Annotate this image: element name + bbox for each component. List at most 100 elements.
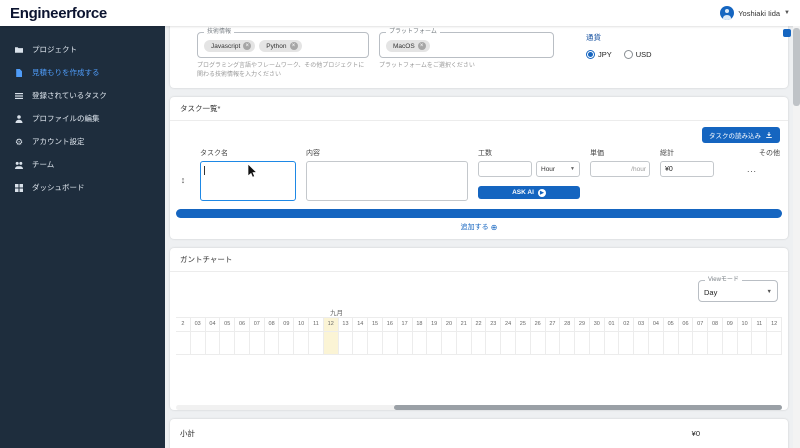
app-logo[interactable]: Engineerforce bbox=[10, 6, 107, 21]
gantt-day-25: 27 bbox=[546, 318, 561, 331]
task-description-textarea[interactable] bbox=[306, 161, 468, 201]
view-mode-legend: Viewモード bbox=[705, 277, 742, 283]
gantt-day-40: 12 bbox=[767, 318, 782, 331]
platform-field-legend: プラットフォーム bbox=[386, 29, 440, 35]
user-menu[interactable]: Yoshiaki Iida ▼ bbox=[720, 6, 790, 20]
remove-chip-icon[interactable]: × bbox=[243, 42, 251, 50]
gantt-day-30: 02 bbox=[619, 318, 634, 331]
floating-action-button[interactable] bbox=[783, 29, 791, 37]
effort-unit-select[interactable]: Hour▼ bbox=[536, 161, 580, 177]
gantt-track-cell-10 bbox=[324, 332, 339, 354]
row-total-field: ¥0 bbox=[660, 161, 714, 177]
task-list-title: タスク一覧* bbox=[170, 97, 788, 121]
gantt-day-37: 09 bbox=[723, 318, 738, 331]
gantt-day-24: 26 bbox=[531, 318, 546, 331]
ask-ai-button[interactable]: ASK AI▶ bbox=[478, 186, 580, 199]
effort-cell: Hour▼ ASK AI▶ bbox=[478, 161, 580, 199]
gantt-track-cell-33 bbox=[664, 332, 679, 354]
more-options-button[interactable]: ... bbox=[724, 165, 780, 174]
unit-price-suffix: /hour bbox=[631, 166, 646, 173]
gantt-track-cell-3 bbox=[220, 332, 235, 354]
folder-icon bbox=[14, 45, 24, 55]
gantt-day-row: 2030405060708091011121314151617181920212… bbox=[176, 317, 782, 331]
sidebar-item-label: 登録されているタスク bbox=[32, 90, 107, 101]
currency-option-jpy[interactable]: JPY bbox=[586, 50, 612, 59]
add-task-bar-button[interactable] bbox=[176, 209, 782, 218]
gantt-day-12: 14 bbox=[353, 318, 368, 331]
gantt-day-20: 22 bbox=[472, 318, 487, 331]
gantt-track-cell-21 bbox=[486, 332, 501, 354]
radio-unselected-icon bbox=[624, 50, 633, 59]
sidebar-item-label: プロファイルの編集 bbox=[32, 113, 100, 124]
sidebar-item-edit-profile[interactable]: プロファイルの編集 bbox=[0, 107, 165, 130]
sidebar-item-projects[interactable]: プロジェクト bbox=[0, 38, 165, 61]
gantt-track-cell-29 bbox=[605, 332, 620, 354]
gantt-track-cell-20 bbox=[472, 332, 487, 354]
drag-handle-icon[interactable]: ↕ bbox=[176, 175, 190, 185]
gantt-track-cell-37 bbox=[723, 332, 738, 354]
radio-label: USD bbox=[636, 50, 652, 59]
task-name-textarea[interactable] bbox=[200, 161, 296, 201]
gantt-day-35: 07 bbox=[693, 318, 708, 331]
add-task-link[interactable]: 追加する ⊕ bbox=[170, 218, 788, 239]
view-mode-select[interactable]: Viewモード Day ▼ bbox=[698, 280, 778, 302]
platform-chip: MacOS× bbox=[386, 40, 430, 52]
vertical-scrollbar-thumb[interactable] bbox=[793, 28, 800, 106]
gear-icon: ⚙ bbox=[14, 137, 24, 147]
estimate-document-icon bbox=[14, 68, 24, 78]
sidebar-item-account-settings[interactable]: ⚙ アカウント設定 bbox=[0, 130, 165, 153]
gantt-card: ガントチャート Viewモード Day ▼ 九月 203040506070809… bbox=[170, 248, 788, 410]
send-arrow-icon: ▶ bbox=[538, 189, 546, 197]
gantt-track-cell-23 bbox=[516, 332, 531, 354]
gantt-day-38: 10 bbox=[738, 318, 753, 331]
gantt-day-29: 01 bbox=[605, 318, 620, 331]
team-icon bbox=[14, 160, 24, 170]
column-total: 総計 bbox=[660, 143, 714, 161]
gantt-day-16: 18 bbox=[413, 318, 428, 331]
subtotal-card: 小計 ¥0 bbox=[170, 419, 788, 448]
sidebar-item-label: 見積もりを作成する bbox=[32, 67, 100, 78]
effort-input[interactable] bbox=[478, 161, 532, 177]
remove-chip-icon[interactable]: × bbox=[290, 42, 298, 50]
gantt-day-23: 25 bbox=[516, 318, 531, 331]
gantt-title: ガントチャート bbox=[170, 248, 788, 272]
gantt-day-19: 21 bbox=[457, 318, 472, 331]
gantt-day-39: 11 bbox=[752, 318, 767, 331]
gantt-month-label: 九月 bbox=[170, 304, 788, 317]
dashboard-icon bbox=[14, 183, 24, 193]
sidebar-item-team[interactable]: チーム bbox=[0, 153, 165, 176]
logo-bold: Engineer bbox=[10, 5, 72, 22]
column-effort: 工数 bbox=[478, 143, 580, 161]
sidebar-item-create-estimate[interactable]: 見積もりを作成する bbox=[0, 61, 165, 84]
unit-price-input[interactable]: /hour bbox=[590, 161, 650, 177]
gantt-day-27: 29 bbox=[575, 318, 590, 331]
remove-chip-icon[interactable]: × bbox=[418, 42, 426, 50]
gantt-track-cell-31 bbox=[634, 332, 649, 354]
gantt-track-row bbox=[176, 331, 782, 355]
gantt-day-11: 13 bbox=[339, 318, 354, 331]
tech-field[interactable]: 技術情報 Javascript× Python× bbox=[197, 32, 369, 58]
gantt-track-cell-28 bbox=[590, 332, 605, 354]
gantt-track-cell-18 bbox=[442, 332, 457, 354]
gantt-day-14: 16 bbox=[383, 318, 398, 331]
gantt-track-cell-6 bbox=[265, 332, 280, 354]
platform-field[interactable]: プラットフォーム MacOS× bbox=[379, 32, 554, 58]
gantt-day-17: 19 bbox=[427, 318, 442, 331]
gantt-track-cell-4 bbox=[235, 332, 250, 354]
gantt-day-2: 04 bbox=[206, 318, 221, 331]
task-load-row: タスクの読み込み bbox=[170, 121, 788, 143]
gantt-day-13: 15 bbox=[368, 318, 383, 331]
column-other: その他 bbox=[724, 143, 780, 161]
currency-option-usd[interactable]: USD bbox=[624, 50, 652, 59]
sidebar-item-registered-tasks[interactable]: 登録されているタスク bbox=[0, 84, 165, 107]
sidebar-item-dashboard[interactable]: ダッシュボード bbox=[0, 176, 165, 199]
load-tasks-button[interactable]: タスクの読み込み bbox=[702, 127, 780, 143]
main-content: 技術情報 Javascript× Python× プログラミング言語やフレームワ… bbox=[165, 26, 793, 448]
gantt-day-36: 08 bbox=[708, 318, 723, 331]
gantt-track-cell-8 bbox=[294, 332, 309, 354]
download-icon bbox=[765, 131, 773, 139]
subtotal-label: 小計 bbox=[180, 428, 195, 439]
task-row: ↕ Hour▼ ASK AI▶ /hour ¥0 ... bbox=[170, 161, 788, 201]
user-avatar-icon bbox=[720, 6, 734, 20]
gantt-scrollbar-thumb[interactable] bbox=[394, 405, 782, 410]
